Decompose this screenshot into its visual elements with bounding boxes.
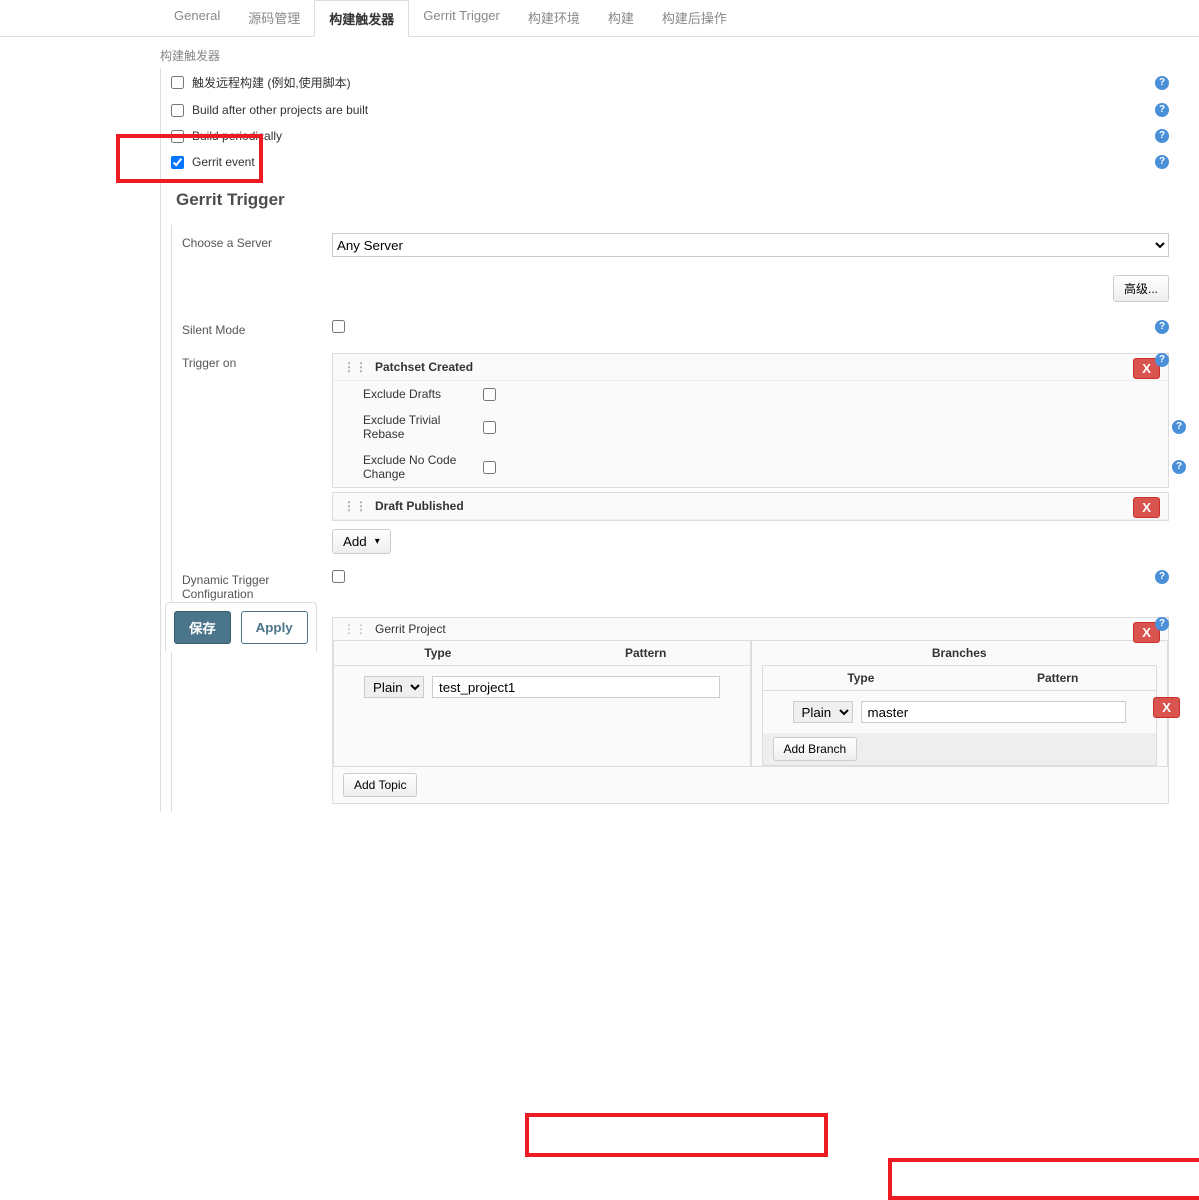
branch-pattern-header: Pattern	[959, 666, 1156, 691]
tab-general[interactable]: General	[160, 0, 234, 36]
branches-header: Branches	[752, 641, 1168, 665]
gerrit-project-label: Gerrit Project	[375, 622, 446, 636]
help-icon[interactable]: ?	[1155, 353, 1169, 367]
tab-build[interactable]: 构建	[594, 0, 648, 36]
choose-server-label: Choose a Server	[182, 233, 332, 257]
highlight-box	[116, 134, 263, 183]
trigger-on-label: Trigger on	[182, 353, 332, 554]
advanced-button[interactable]: 高级...	[1113, 275, 1169, 302]
help-icon[interactable]: ?	[1155, 129, 1169, 143]
highlight-box	[888, 1158, 1199, 1200]
help-icon[interactable]: ?	[1155, 103, 1169, 117]
help-icon[interactable]: ?	[1155, 155, 1169, 169]
exclude-nocode-label: Exclude No Code Change	[363, 453, 483, 481]
help-icon[interactable]: ?	[1155, 320, 1169, 334]
dynamic-config-checkbox[interactable]	[332, 570, 345, 583]
exclude-trivial-label: Exclude Trivial Rebase	[363, 413, 483, 441]
branch-type-select[interactable]: Plain	[793, 701, 853, 723]
pattern-header: Pattern	[542, 641, 750, 666]
patchset-created-label: Patchset Created	[375, 360, 473, 374]
tab-gerrit-trigger[interactable]: Gerrit Trigger	[409, 0, 514, 36]
help-icon[interactable]: ?	[1155, 76, 1169, 90]
silent-mode-checkbox[interactable]	[332, 320, 345, 333]
add-topic-button[interactable]: Add Topic	[343, 773, 417, 797]
draft-published-label: Draft Published	[375, 499, 464, 513]
tab-build-env[interactable]: 构建环境	[514, 0, 594, 36]
dynamic-config-label: Dynamic Trigger Configuration	[182, 570, 332, 601]
project-pattern-input[interactable]	[432, 676, 720, 698]
tab-post-build[interactable]: 构建后操作	[648, 0, 741, 36]
exclude-trivial-checkbox[interactable]	[483, 421, 496, 434]
delete-draft-published-button[interactable]: X	[1133, 497, 1160, 518]
branch-type-header: Type	[763, 666, 960, 691]
help-icon[interactable]: ?	[1172, 460, 1186, 474]
help-icon[interactable]: ?	[1172, 420, 1186, 434]
exclude-drafts-checkbox[interactable]	[483, 388, 496, 401]
tab-scm[interactable]: 源码管理	[234, 0, 314, 36]
delete-branch-button[interactable]: X	[1153, 697, 1180, 718]
after-projects-label: Build after other projects are built	[192, 103, 368, 117]
save-button[interactable]: 保存	[174, 611, 231, 644]
help-icon[interactable]: ?	[1155, 617, 1169, 631]
silent-mode-label: Silent Mode	[182, 320, 332, 337]
tab-build-triggers[interactable]: 构建触发器	[314, 0, 409, 37]
exclude-drafts-label: Exclude Drafts	[363, 387, 483, 401]
remote-trigger-label: 触发远程构建 (例如,使用脚本)	[192, 74, 351, 91]
add-trigger-button[interactable]: Add	[332, 529, 391, 554]
add-branch-button[interactable]: Add Branch	[773, 737, 858, 761]
remote-trigger-checkbox[interactable]	[171, 76, 184, 89]
gerrit-trigger-heading: Gerrit Trigger	[176, 190, 1169, 210]
type-header: Type	[334, 641, 542, 666]
apply-button[interactable]: Apply	[241, 611, 308, 644]
help-icon[interactable]: ?	[1155, 570, 1169, 584]
project-type-select[interactable]: Plain	[364, 676, 424, 698]
exclude-nocode-checkbox[interactable]	[483, 461, 496, 474]
after-projects-checkbox[interactable]	[171, 104, 184, 117]
section-heading: 构建触发器	[160, 47, 1169, 68]
server-select[interactable]: Any Server	[332, 233, 1169, 257]
highlight-box	[525, 1113, 828, 1157]
branch-pattern-input[interactable]	[861, 701, 1127, 723]
